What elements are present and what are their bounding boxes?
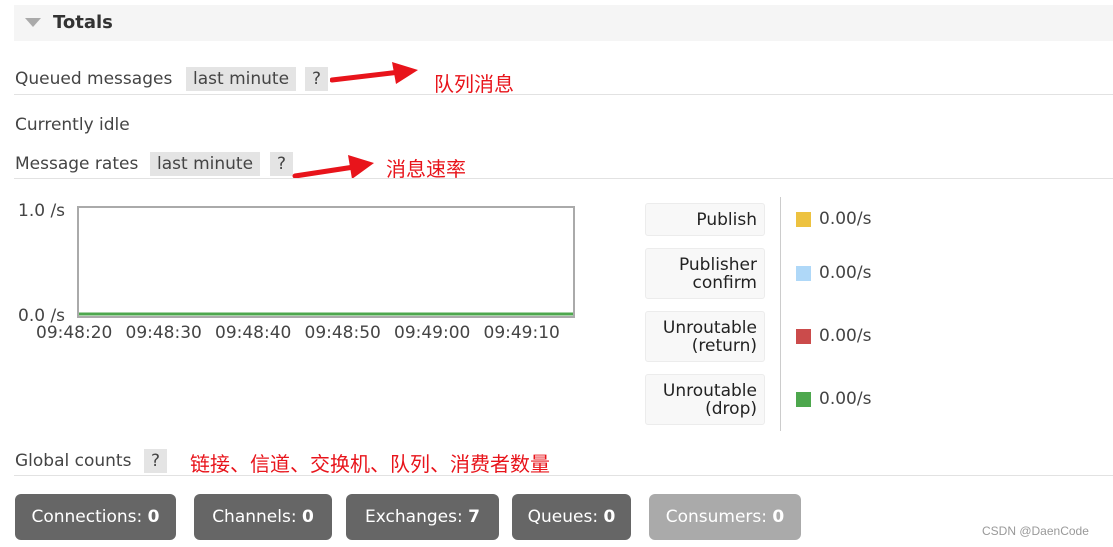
- count-button-queues[interactable]: Queues: 0: [512, 494, 631, 540]
- legend-swatch-icon: [796, 265, 811, 281]
- x-tick-label: 09:48:20: [36, 323, 113, 343]
- section-title: Totals: [53, 12, 113, 33]
- legend-label: Unroutable (drop): [645, 374, 765, 425]
- divider: [14, 94, 1113, 95]
- x-tick-label: 09:49:10: [483, 323, 560, 343]
- legend-label: Publish: [645, 203, 765, 236]
- legend-swatch-icon: [796, 211, 811, 227]
- legend-rate-value: 0.00/s: [819, 262, 872, 283]
- queued-annotation: 队列消息: [434, 72, 514, 96]
- watermark: CSDN @DaenCode: [982, 524, 1089, 538]
- legend-divider: [780, 197, 781, 431]
- totals-header[interactable]: [14, 5, 1113, 41]
- count-button-exchanges[interactable]: Exchanges: 7: [346, 494, 499, 540]
- legend-label: Publisher confirm: [645, 248, 765, 299]
- legend-swatch-icon: [796, 328, 811, 344]
- legend-swatch-icon: [796, 391, 811, 407]
- divider: [14, 178, 1113, 179]
- rates-chart: [77, 206, 575, 318]
- global-help-button[interactable]: ?: [144, 449, 168, 473]
- count-button-channels[interactable]: Channels: 0: [194, 494, 332, 540]
- count-button-connections[interactable]: Connections: 0: [15, 494, 176, 540]
- count-button-consumers[interactable]: Consumers: 0: [649, 494, 801, 540]
- global-counts-label: Global counts: [15, 451, 132, 471]
- divider: [14, 475, 1113, 476]
- x-tick-label: 09:49:00: [394, 323, 471, 343]
- collapse-triangle-icon[interactable]: [25, 18, 41, 27]
- x-tick-label: 09:48:50: [304, 323, 381, 343]
- global-annotation: 链接、信道、交换机、队列、消费者数量: [190, 452, 550, 476]
- queued-range-button[interactable]: last minute: [186, 67, 297, 91]
- rates-range-button[interactable]: last minute: [150, 152, 261, 176]
- x-tick-label: 09:48:40: [215, 323, 292, 343]
- idle-status: Currently idle: [15, 115, 130, 135]
- legend-rate-value: 0.00/s: [819, 325, 872, 346]
- queued-messages-label: Queued messages: [15, 69, 173, 89]
- legend-rate-value: 0.00/s: [819, 388, 872, 409]
- arrow-icon: [330, 62, 418, 84]
- rates-help-button[interactable]: ?: [270, 152, 294, 176]
- queued-help-button[interactable]: ?: [305, 67, 329, 91]
- legend-rate-value: 0.00/s: [819, 208, 872, 229]
- y-tick-label: 1.0 /s: [18, 201, 66, 221]
- x-tick-label: 09:48:30: [125, 323, 202, 343]
- message-rates-label: Message rates: [15, 154, 139, 174]
- legend-label: Unroutable (return): [645, 311, 765, 362]
